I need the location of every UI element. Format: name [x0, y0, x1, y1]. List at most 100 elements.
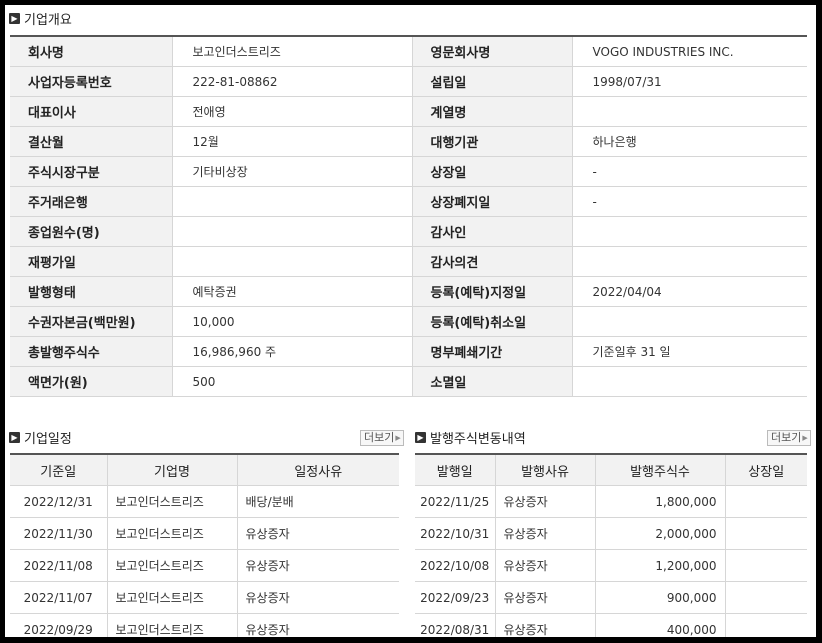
schedule-cell: 보고인더스트리즈 — [107, 485, 238, 518]
overview-value — [172, 186, 413, 217]
overview-row: 대표이사 전애영 계열명 — [10, 96, 807, 127]
overview-value: - — [572, 186, 807, 217]
overview-value: 500 — [172, 366, 413, 397]
overview-row: 주거래은행 상장폐지일 - — [10, 186, 807, 217]
issuance-cell: 유상증자 — [495, 613, 596, 637]
schedule-row: 2022/11/30 보고인더스트리즈 유상증자 — [10, 517, 399, 550]
issuance-row: 2022/08/31 유상증자 400,000 — [415, 613, 807, 637]
overview-row: 회사명 보고인더스트리즈 영문회사명 VOGO INDUSTRIES INC. — [10, 36, 807, 67]
overview-label: 사업자등록번호 — [10, 66, 173, 97]
issuance-row: 2022/10/08 유상증자 1,200,000 — [415, 549, 807, 582]
overview-label: 감사인 — [412, 216, 573, 247]
overview-value: 보고인더스트리즈 — [172, 36, 413, 67]
overview-value: 2022/04/04 — [572, 276, 807, 307]
overview-label: 발행형태 — [10, 276, 173, 307]
issuance-cell — [725, 517, 807, 550]
overview-value: 전애영 — [172, 96, 413, 127]
overview-value: 12월 — [172, 126, 413, 157]
overview-label: 명부폐쇄기간 — [412, 336, 573, 367]
overview-value — [172, 216, 413, 247]
overview-value: 222-81-08862 — [172, 66, 413, 97]
issuance-cell: 유상증자 — [495, 517, 596, 550]
schedule-cell: 유상증자 — [237, 581, 399, 614]
overview-value — [572, 366, 807, 397]
issuance-column-header: 발행일 — [415, 454, 496, 486]
schedule-cell: 보고인더스트리즈 — [107, 517, 238, 550]
overview-row: 결산월 12월 대행기관 하나은행 — [10, 126, 807, 157]
schedule-row: 2022/11/07 보고인더스트리즈 유상증자 — [10, 581, 399, 614]
issuance-cell — [725, 613, 807, 637]
overview-label: 소멸일 — [412, 366, 573, 397]
issuance-cell: 2022/11/25 — [415, 485, 496, 518]
issuance-more-button[interactable]: 더보기 ▶ — [767, 430, 811, 446]
overview-label: 대표이사 — [10, 96, 173, 127]
arrow-right-icon: ▶ — [802, 434, 808, 442]
schedule-cell: 보고인더스트리즈 — [107, 549, 238, 582]
schedule-column-header: 기준일 — [10, 454, 108, 486]
overview-label: 회사명 — [10, 36, 173, 67]
overview-label: 수권자본금(백만원) — [10, 306, 173, 337]
overview-value: 16,986,960 주 — [172, 336, 413, 367]
overview-value: VOGO INDUSTRIES INC. — [572, 36, 807, 67]
issuance-column-header: 발행사유 — [495, 454, 596, 486]
schedule-cell: 2022/11/08 — [10, 549, 108, 582]
schedule-cell: 2022/12/31 — [10, 485, 108, 518]
schedule-table: 기준일 기업명 일정사유 2022/12/31 보고인더스트리즈 배당/분배 2022/1… — [10, 453, 399, 637]
schedule-cell: 유상증자 — [237, 549, 399, 582]
overview-table: 회사명 보고인더스트리즈 영문회사명 VOGO INDUSTRIES INC. 사업자등… — [10, 35, 807, 397]
overview-row: 액면가(원) 500 소멸일 — [10, 366, 807, 397]
issuance-cell — [725, 549, 807, 582]
schedule-cell: 보고인더스트리즈 — [107, 581, 238, 614]
overview-value: 예탁증권 — [172, 276, 413, 307]
schedule-more-button[interactable]: 더보기 ▶ — [360, 430, 404, 446]
overview-value: 1998/07/31 — [572, 66, 807, 97]
schedule-cell: 배당/분배 — [237, 485, 399, 518]
overview-value — [572, 96, 807, 127]
overview-row: 종업원수(명) 감사인 — [10, 216, 807, 247]
schedule-section-title: ▶ 기업일정 — [9, 429, 72, 447]
issuance-column-header: 발행주식수 — [595, 454, 726, 486]
overview-label: 감사의견 — [412, 246, 573, 277]
schedule-cell: 보고인더스트리즈 — [107, 613, 238, 637]
issuance-row: 2022/11/25 유상증자 1,800,000 — [415, 485, 807, 518]
overview-label: 결산월 — [10, 126, 173, 157]
overview-label: 재평가일 — [10, 246, 173, 277]
issuance-row: 2022/10/31 유상증자 2,000,000 — [415, 517, 807, 550]
overview-value: - — [572, 156, 807, 187]
overview-label: 영문회사명 — [412, 36, 573, 67]
overview-label: 등록(예탁)취소일 — [412, 306, 573, 337]
issuance-cell: 유상증자 — [495, 485, 596, 518]
issuance-cell: 400,000 — [595, 613, 726, 637]
overview-section-title: ▶ 기업개요 — [9, 10, 72, 28]
overview-title: 기업개요 — [24, 12, 72, 28]
arrow-right-icon: ▶ — [395, 434, 401, 442]
overview-label: 상장폐지일 — [412, 186, 573, 217]
overview-label: 액면가(원) — [10, 366, 173, 397]
issuance-more-label: 더보기 — [771, 431, 802, 444]
overview-row: 발행형태 예탁증권 등록(예탁)지정일 2022/04/04 — [10, 276, 807, 307]
schedule-column-header: 일정사유 — [237, 454, 399, 486]
schedule-cell: 2022/11/30 — [10, 517, 108, 550]
overview-value — [572, 246, 807, 277]
issuance-cell: 1,800,000 — [595, 485, 726, 518]
schedule-row: 2022/12/31 보고인더스트리즈 배당/분배 — [10, 485, 399, 518]
overview-label: 총발행주식수 — [10, 336, 173, 367]
issuance-cell: 2022/10/08 — [415, 549, 496, 582]
overview-row: 총발행주식수 16,986,960 주 명부폐쇄기간 기준일후 31 일 — [10, 336, 807, 367]
schedule-row: 2022/11/08 보고인더스트리즈 유상증자 — [10, 549, 399, 582]
overview-row: 사업자등록번호 222-81-08862 설립일 1998/07/31 — [10, 66, 807, 97]
issuance-cell: 유상증자 — [495, 581, 596, 614]
issuance-cell — [725, 485, 807, 518]
overview-label: 종업원수(명) — [10, 216, 173, 247]
issuance-column-header: 상장일 — [725, 454, 807, 486]
issuance-cell: 2022/09/23 — [415, 581, 496, 614]
issuance-section-title: ▶ 발행주식변동내역 — [415, 429, 526, 447]
schedule-cell: 2022/09/29 — [10, 613, 108, 637]
page-frame: ▶ 기업개요 회사명 보고인더스트리즈 영문회사명 VOGO INDUSTRIES I… — [5, 5, 816, 637]
overview-value: 기준일후 31 일 — [572, 336, 807, 367]
schedule-cell: 2022/11/07 — [10, 581, 108, 614]
overview-value: 10,000 — [172, 306, 413, 337]
overview-value — [572, 306, 807, 337]
schedule-cell: 유상증자 — [237, 517, 399, 550]
issuance-table: 발행일 발행사유 발행주식수 상장일 2022/11/25 유상증자 1,800,000 2… — [415, 453, 807, 637]
